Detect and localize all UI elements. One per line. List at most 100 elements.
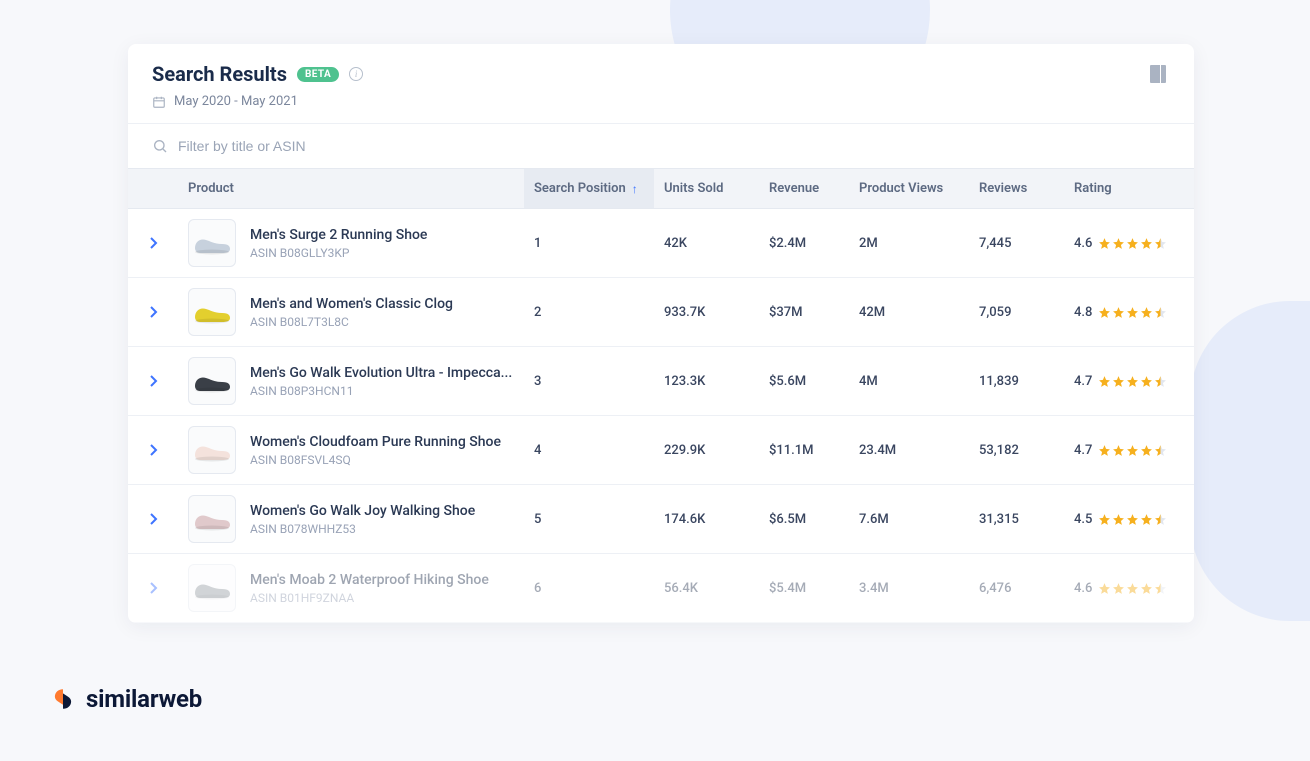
cell-rating: 4.7 (1064, 362, 1194, 401)
cell-search-position: 1 (524, 224, 654, 263)
cell-units-sold: 42K (654, 224, 759, 263)
product-cell[interactable]: Women's Go Walk Joy Walking Shoe ASIN B07… (178, 485, 524, 553)
column-units-sold[interactable]: Units Sold (654, 169, 759, 208)
expand-row-button[interactable] (128, 374, 178, 388)
rating-value: 4.8 (1074, 305, 1092, 320)
table-row: Men's and Women's Classic Clog ASIN B08L7… (128, 278, 1194, 347)
product-asin: ASIN B08FSVL4SQ (250, 453, 501, 467)
product-cell[interactable]: Men's and Women's Classic Clog ASIN B08L7… (178, 278, 524, 346)
cell-revenue: $37M (759, 293, 849, 332)
column-revenue[interactable]: Revenue (759, 169, 849, 208)
product-title: Women's Go Walk Joy Walking Shoe (250, 503, 475, 519)
rating-stars (1098, 513, 1167, 526)
filter-input[interactable] (178, 138, 1170, 154)
table-row: Women's Cloudfoam Pure Running Shoe ASIN … (128, 416, 1194, 485)
cell-reviews: 6,476 (969, 569, 1064, 608)
column-reviews[interactable]: Reviews (969, 169, 1064, 208)
product-asin: ASIN B01HF9ZNAA (250, 591, 489, 605)
expand-row-button[interactable] (128, 581, 178, 595)
info-icon[interactable]: i (349, 67, 363, 81)
cell-units-sold: 229.9K (654, 431, 759, 470)
column-search-position[interactable]: Search Position ↑ (524, 169, 654, 208)
rating-value: 4.5 (1074, 512, 1092, 527)
rating-stars (1098, 444, 1167, 457)
cell-revenue: $5.6M (759, 362, 849, 401)
cell-rating: 4.7 (1064, 431, 1194, 470)
rating-stars (1098, 237, 1167, 250)
column-expand (128, 169, 178, 208)
product-title: Men's Go Walk Evolution Ultra - Impecca.… (250, 365, 512, 381)
product-cell[interactable]: Women's Cloudfoam Pure Running Shoe ASIN … (178, 416, 524, 484)
product-cell[interactable]: Men's Surge 2 Running Shoe ASIN B08GLLY3K… (178, 209, 524, 277)
export-excel-button[interactable] (1146, 62, 1170, 90)
product-asin: ASIN B08P3HCN11 (250, 384, 512, 398)
search-results-panel: Search Results BETA i May 2020 - May 202… (128, 44, 1194, 623)
logo-icon (50, 686, 76, 712)
product-title: Women's Cloudfoam Pure Running Shoe (250, 434, 501, 450)
sort-ascending-icon: ↑ (632, 182, 638, 196)
rating-value: 4.6 (1074, 581, 1092, 596)
product-thumbnail (188, 219, 236, 267)
expand-row-button[interactable] (128, 305, 178, 319)
rating-value: 4.7 (1074, 443, 1092, 458)
product-title: Men's Moab 2 Waterproof Hiking Shoe (250, 572, 489, 588)
column-product[interactable]: Product (178, 169, 524, 208)
cell-revenue: $11.1M (759, 431, 849, 470)
cell-revenue: $2.4M (759, 224, 849, 263)
product-thumbnail (188, 357, 236, 405)
panel-header: Search Results BETA i May 2020 - May 202… (128, 44, 1194, 123)
cell-rating: 4.6 (1064, 569, 1194, 608)
cell-reviews: 7,445 (969, 224, 1064, 263)
rating-stars (1098, 582, 1167, 595)
cell-reviews: 53,182 (969, 431, 1064, 470)
expand-row-button[interactable] (128, 236, 178, 250)
rating-value: 4.7 (1074, 374, 1092, 389)
rating-value: 4.6 (1074, 236, 1092, 251)
cell-units-sold: 56.4K (654, 569, 759, 608)
cell-product-views: 2M (849, 224, 969, 263)
cell-reviews: 11,839 (969, 362, 1064, 401)
table-row: Men's Moab 2 Waterproof Hiking Shoe ASIN … (128, 554, 1194, 623)
table-row: Men's Surge 2 Running Shoe ASIN B08GLLY3K… (128, 209, 1194, 278)
expand-row-button[interactable] (128, 443, 178, 457)
product-thumbnail (188, 495, 236, 543)
cell-revenue: $6.5M (759, 500, 849, 539)
column-product-views[interactable]: Product Views (849, 169, 969, 208)
date-range[interactable]: May 2020 - May 2021 (152, 94, 1170, 109)
search-icon (152, 138, 168, 154)
column-label: Search Position (534, 181, 626, 196)
cell-revenue: $5.4M (759, 569, 849, 608)
page-title: Search Results (152, 62, 287, 86)
cell-product-views: 4M (849, 362, 969, 401)
product-cell[interactable]: Men's Go Walk Evolution Ultra - Impecca.… (178, 347, 524, 415)
product-thumbnail (188, 426, 236, 474)
cell-units-sold: 933.7K (654, 293, 759, 332)
product-cell[interactable]: Men's Moab 2 Waterproof Hiking Shoe ASIN … (178, 554, 524, 622)
rating-stars (1098, 306, 1167, 319)
table-row: Men's Go Walk Evolution Ultra - Impecca.… (128, 347, 1194, 416)
calendar-icon (152, 95, 166, 109)
table-body: Men's Surge 2 Running Shoe ASIN B08GLLY3K… (128, 209, 1194, 623)
cell-search-position: 5 (524, 500, 654, 539)
column-rating[interactable]: Rating (1064, 169, 1194, 208)
product-thumbnail (188, 564, 236, 612)
cell-product-views: 3.4M (849, 569, 969, 608)
table-row: Women's Go Walk Joy Walking Shoe ASIN B07… (128, 485, 1194, 554)
product-thumbnail (188, 288, 236, 336)
cell-search-position: 4 (524, 431, 654, 470)
product-title: Men's and Women's Classic Clog (250, 296, 453, 312)
expand-row-button[interactable] (128, 512, 178, 526)
product-asin: ASIN B08GLLY3KP (250, 246, 427, 260)
brand-logo: similarweb (50, 685, 202, 713)
logo-text: similarweb (86, 685, 202, 713)
cell-rating: 4.5 (1064, 500, 1194, 539)
cell-search-position: 6 (524, 569, 654, 608)
product-title: Men's Surge 2 Running Shoe (250, 227, 427, 243)
cell-reviews: 31,315 (969, 500, 1064, 539)
cell-units-sold: 174.6K (654, 500, 759, 539)
cell-product-views: 42M (849, 293, 969, 332)
product-asin: ASIN B078WHHZ53 (250, 522, 475, 536)
product-asin: ASIN B08L7T3L8C (250, 315, 453, 329)
cell-units-sold: 123.3K (654, 362, 759, 401)
filter-bar (128, 123, 1194, 168)
